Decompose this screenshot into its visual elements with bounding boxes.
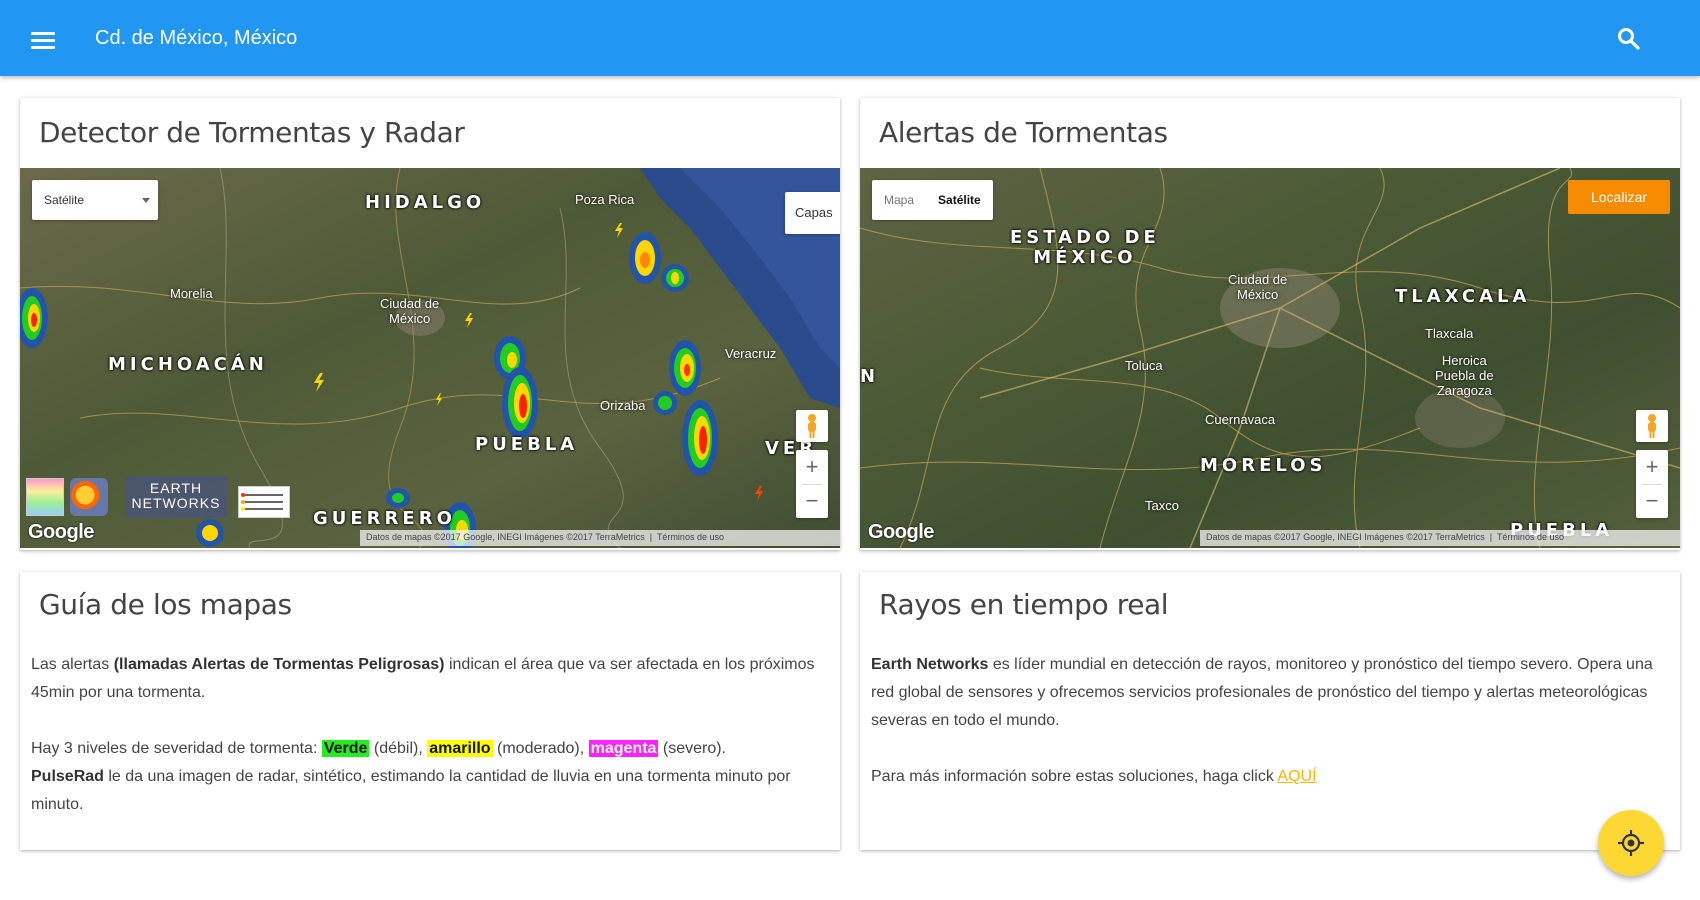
city-label-cdmx: Ciudad de México (1228, 272, 1288, 302)
zoom-in-button[interactable]: + (1636, 450, 1668, 484)
bold-text: Earth Networks (871, 656, 989, 673)
city-label-poza-rica: Poza Rica (575, 192, 635, 207)
map-label-michoacan: MICHOACÁN (108, 354, 268, 375)
radar-map[interactable]: HIDALGO MICHOACÁN PUEBLA GUERRERO VER Ci… (20, 168, 840, 548)
map-label-hidalgo: HIDALGO (365, 192, 486, 213)
terms-link[interactable]: Términos de uso (657, 532, 724, 542)
guide-paragraph-levels: Hay 3 niveles de severidad de tormenta: … (31, 735, 831, 819)
map-label-puebla: PUEBLA (475, 434, 579, 455)
attribution-text: Datos de mapas ©2017 Google, INEGI Imáge… (366, 532, 645, 542)
zoom-divider (802, 484, 822, 485)
zoom-out-button[interactable]: − (796, 484, 828, 518)
city-label-morelia: Morelia (170, 286, 213, 301)
card-title: Detector de Tormentas y Radar (39, 116, 465, 149)
guide-paragraph-alerts: Las alertas (llamadas Alertas de Torment… (31, 651, 831, 707)
locate-button[interactable]: Localizar (1568, 180, 1670, 214)
city-label-cdmx: Ciudad de México (380, 296, 440, 326)
my-location-icon (1618, 830, 1644, 856)
map-attribution: Datos de mapas ©2017 Google, INEGI Imáge… (1200, 530, 1680, 546)
city-label-orizaba: Orizaba (600, 398, 646, 413)
zoom-control: + − (796, 450, 828, 518)
severity-yellow-badge: amarillo (427, 740, 493, 757)
map-type-mapa[interactable]: Mapa (872, 180, 926, 220)
bold-text: PulseRad (31, 768, 104, 785)
map-label-guerrero: GUERRERO (313, 508, 456, 529)
lightning-paragraph-more-info: Para más información sobre estas solucio… (871, 763, 1671, 791)
city-label-cuernavaca: Cuernavaca (1205, 412, 1276, 427)
radar-card: Detector de Tormentas y Radar HIDALGO MI… (20, 98, 840, 550)
map-type-select-value: Satélite (44, 193, 85, 207)
guide-text: Las alertas (llamadas Alertas de Torment… (31, 651, 831, 847)
zoom-in-button[interactable]: + (796, 450, 828, 484)
text-span: Las alertas (31, 656, 114, 673)
location-title: Cd. de México, México (95, 27, 298, 49)
alerts-card: Alertas de Tormentas ESTADO DE MÉXICO TL… (860, 98, 1680, 550)
text-span: (severo). (658, 740, 726, 757)
lightning-card: Rayos en tiempo real Earth Networks es l… (860, 572, 1680, 850)
bold-text: (llamadas Alertas de Tormentas Peligrosa… (113, 656, 445, 673)
zoom-out-button[interactable]: − (1636, 484, 1668, 518)
map-label-tlaxcala: TLAXCALA (1395, 286, 1531, 307)
layers-button[interactable]: Capas (785, 192, 840, 234)
terms-link[interactable]: Términos de uso (1497, 532, 1564, 542)
chevron-down-icon (142, 198, 150, 203)
menu-icon[interactable] (26, 24, 60, 54)
street-view-pegman-icon[interactable] (1636, 410, 1668, 442)
app-bar: Cd. de México, México (0, 0, 1700, 76)
city-label-tlaxcala: Tlaxcala (1425, 326, 1474, 341)
google-logo: Google (868, 521, 934, 543)
attribution-text: Datos de mapas ©2017 Google, INEGI Imáge… (1206, 532, 1485, 542)
text-span: es líder mundial en detección de rayos, … (871, 656, 1653, 729)
lightning-text: Earth Networks es líder mundial en detec… (871, 651, 1671, 819)
guide-card: Guía de los mapas Las alertas (llamadas … (20, 572, 840, 850)
street-view-pegman-icon[interactable] (796, 410, 828, 442)
city-label-toluca: Toluca (1125, 358, 1163, 373)
city-label-taxco: Taxco (1145, 498, 1179, 513)
severity-magenta-badge: magenta (588, 740, 659, 757)
severity-green-badge: Verde (321, 740, 370, 757)
map-type-toggle: Mapa Satélite (872, 180, 993, 220)
text-span: le da una imagen de radar, sintético, es… (31, 768, 791, 813)
map-type-select[interactable]: Satélite (32, 180, 158, 220)
card-title: Alertas de Tormentas (879, 116, 1168, 149)
alerts-map[interactable]: ESTADO DE MÉXICO TLAXCALA MORELOS PUEBLA… (860, 168, 1680, 548)
search-icon[interactable] (1614, 24, 1644, 54)
storm-cloud-icon (70, 478, 108, 516)
map-type-satelite[interactable]: Satélite (926, 180, 993, 220)
text-span: Hay 3 niveles de severidad de tormenta: (31, 740, 322, 757)
city-label-heroica-puebla: Heroica Puebla de Zaragoza (1435, 353, 1494, 398)
card-title: Guía de los mapas (39, 588, 292, 621)
zoom-divider (1642, 484, 1662, 485)
map-label-edge-n: N (860, 366, 876, 387)
earth-networks-logo: EARTH NETWORKS (125, 476, 227, 518)
lightning-legend (238, 486, 290, 518)
text-span: (débil), (369, 740, 428, 757)
radar-scale-legend (26, 478, 64, 516)
radar-legend (26, 478, 108, 516)
map-label-morelos: MORELOS (1200, 455, 1327, 476)
lightning-paragraph-about: Earth Networks es líder mundial en detec… (871, 651, 1671, 735)
map-label-estado-de-mexico: ESTADO DE MÉXICO (1010, 227, 1160, 268)
google-logo: Google (28, 521, 94, 543)
text-span: Para más información sobre estas solucio… (871, 768, 1278, 785)
city-label-veracruz-city: Veracruz (725, 346, 777, 361)
text-span: (moderado), (492, 740, 589, 757)
zoom-control: + − (1636, 450, 1668, 518)
map-attribution: Datos de mapas ©2017 Google, INEGI Imáge… (360, 530, 840, 546)
more-info-link[interactable]: AQUÍ (1277, 768, 1316, 785)
my-location-button[interactable] (1598, 810, 1664, 876)
card-title: Rayos en tiempo real (879, 588, 1169, 621)
